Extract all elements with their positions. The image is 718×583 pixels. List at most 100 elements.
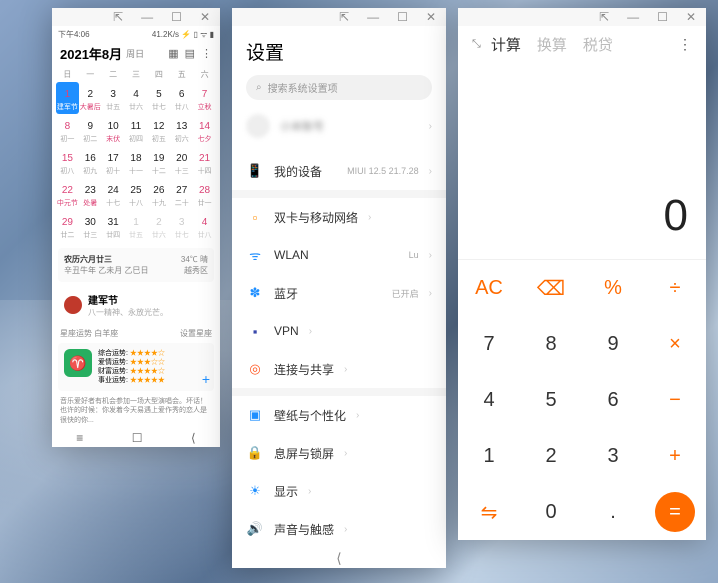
day-cell[interactable]: 10末伏 — [102, 114, 125, 146]
day-cell[interactable]: 4廿八 — [193, 210, 216, 242]
day-cell[interactable]: 27二十 — [170, 178, 193, 210]
settings-item[interactable]: ◎连接与共享› — [246, 350, 432, 388]
day-cell[interactable]: 7立秋 — [193, 82, 216, 114]
more-icon[interactable]: ⋮ — [201, 47, 212, 60]
festival-card[interactable]: 建军节 八一精神、永放光芒。 — [58, 286, 214, 324]
key-−[interactable]: − — [644, 372, 706, 428]
day-cell[interactable]: 25十八 — [125, 178, 148, 210]
day-cell[interactable]: 20十三 — [170, 146, 193, 178]
close-button[interactable]: ✕ — [426, 10, 436, 24]
day-cell[interactable]: 30廿三 — [79, 210, 102, 242]
close-button[interactable]: ✕ — [686, 10, 696, 24]
key-8[interactable]: 8 — [520, 316, 582, 372]
nav-back[interactable]: ⟨ — [336, 550, 341, 567]
close-button[interactable]: ✕ — [200, 10, 210, 24]
day-cell[interactable]: 13初六 — [170, 114, 193, 146]
settings-item[interactable]: ᯤWLANLu› — [246, 236, 432, 274]
horoscope-settings-button[interactable]: 设置星座 — [180, 328, 212, 339]
day-cell[interactable]: 8初一 — [56, 114, 79, 146]
nav-home[interactable]: ☐ — [132, 431, 143, 445]
calendar-icon[interactable]: ▤ — [185, 47, 195, 60]
add-button[interactable]: + — [202, 371, 210, 387]
day-cell[interactable]: 18十一 — [125, 146, 148, 178]
dow-header: 四 — [147, 67, 170, 82]
key-+[interactable]: + — [644, 428, 706, 484]
month-title[interactable]: 2021年8月 — [60, 44, 122, 63]
key-9[interactable]: 9 — [582, 316, 644, 372]
day-cell[interactable]: 26十九 — [147, 178, 170, 210]
settings-item[interactable]: ☀显示› — [246, 472, 432, 510]
day-cell[interactable]: 2大暑后 — [79, 82, 102, 114]
day-cell[interactable]: 28廿一 — [193, 178, 216, 210]
equals-button[interactable]: = — [644, 484, 706, 540]
key-×[interactable]: × — [644, 316, 706, 372]
day-cell[interactable]: 29廿二 — [56, 210, 79, 242]
day-cell[interactable]: 24十七 — [102, 178, 125, 210]
minimize-button[interactable]: — — [367, 10, 379, 24]
view-icon[interactable]: ▦ — [168, 47, 178, 60]
account-row[interactable]: 小米账号 › — [246, 100, 432, 152]
key-5[interactable]: 5 — [520, 372, 582, 428]
day-cell[interactable]: 12初五 — [147, 114, 170, 146]
day-cell[interactable]: 31廿四 — [102, 210, 125, 242]
horoscope-card[interactable]: ♈ 综合运势: ★★★★☆爱情运势: ★★★☆☆财富运势: ★★★★☆事业运势:… — [58, 343, 214, 391]
maximize-button[interactable]: ☐ — [397, 10, 408, 24]
day-cell[interactable]: 3廿七 — [170, 210, 193, 242]
day-cell[interactable]: 5廿七 — [147, 82, 170, 114]
key-0[interactable]: 0 — [520, 484, 582, 540]
key-3[interactable]: 3 — [582, 428, 644, 484]
day-cell[interactable]: 15初八 — [56, 146, 79, 178]
settings-item[interactable]: 🔒息屏与锁屏› — [246, 434, 432, 472]
key-7[interactable]: 7 — [458, 316, 520, 372]
day-cell[interactable]: 23处暑 — [79, 178, 102, 210]
day-cell[interactable]: 19十二 — [147, 146, 170, 178]
day-cell[interactable]: 22中元节 — [56, 178, 79, 210]
key-%[interactable]: % — [582, 260, 644, 316]
settings-item[interactable]: 📱我的设备MIUI 12.5 21.7.28› — [246, 152, 432, 190]
day-cell[interactable]: 4廿六 — [125, 82, 148, 114]
nav-back[interactable]: ⟨ — [191, 431, 196, 445]
minimize-button[interactable]: — — [627, 10, 639, 24]
key-1[interactable]: 1 — [458, 428, 520, 484]
maximize-button[interactable]: ☐ — [657, 10, 668, 24]
separator — [232, 190, 446, 198]
day-cell[interactable]: 21十四 — [193, 146, 216, 178]
key-⇋[interactable]: ⇋ — [458, 484, 520, 540]
day-cell[interactable]: 6廿八 — [170, 82, 193, 114]
key-4[interactable]: 4 — [458, 372, 520, 428]
pin-icon[interactable]: ⇱ — [339, 10, 349, 24]
key-⌫[interactable]: ⌫ — [520, 260, 582, 316]
day-cell[interactable]: 2廿六 — [147, 210, 170, 242]
nav-menu[interactable]: ≡ — [76, 431, 83, 445]
more-icon[interactable]: ⋮ — [678, 36, 692, 53]
day-cell[interactable]: 9初二 — [79, 114, 102, 146]
day-cell[interactable]: 16初九 — [79, 146, 102, 178]
shrink-icon[interactable]: ⤡ — [472, 38, 481, 51]
day-cell[interactable]: 11初四 — [125, 114, 148, 146]
key-÷[interactable]: ÷ — [644, 260, 706, 316]
key-.[interactable]: . — [582, 484, 644, 540]
minimize-button[interactable]: — — [141, 10, 153, 24]
day-cell[interactable]: 17初十 — [102, 146, 125, 178]
tab-loan[interactable]: 税贷 — [583, 34, 613, 55]
day-cell[interactable]: 14七夕 — [193, 114, 216, 146]
pin-icon[interactable]: ⇱ — [599, 10, 609, 24]
settings-item[interactable]: 🔊声音与触感› — [246, 510, 432, 548]
settings-item[interactable]: ▪VPN› — [246, 312, 432, 350]
key-6[interactable]: 6 — [582, 372, 644, 428]
key-2[interactable]: 2 — [520, 428, 582, 484]
key-AC[interactable]: AC — [458, 260, 520, 316]
settings-item[interactable]: ▫双卡与移动网络› — [246, 198, 432, 236]
lunar-info-card[interactable]: 农历六月廿三 辛丑牛年 乙未月 乙巳日 34℃ 晴 越秀区 — [58, 248, 214, 282]
settings-item[interactable]: ▣壁纸与个性化› — [246, 396, 432, 434]
day-cell[interactable]: 1廿五 — [125, 210, 148, 242]
search-input[interactable]: ⌕ 搜索系统设置项 — [246, 75, 432, 100]
tab-convert[interactable]: 换算 — [537, 34, 567, 55]
day-cell[interactable]: 3廿五 — [102, 82, 125, 114]
tab-calc[interactable]: 计算 — [491, 34, 521, 55]
item-label: 壁纸与个性化 — [274, 407, 346, 424]
pin-icon[interactable]: ⇱ — [113, 10, 123, 24]
settings-item[interactable]: ✽蓝牙已开启› — [246, 274, 432, 312]
day-cell[interactable]: 1建军节 — [56, 82, 79, 114]
maximize-button[interactable]: ☐ — [171, 10, 182, 24]
